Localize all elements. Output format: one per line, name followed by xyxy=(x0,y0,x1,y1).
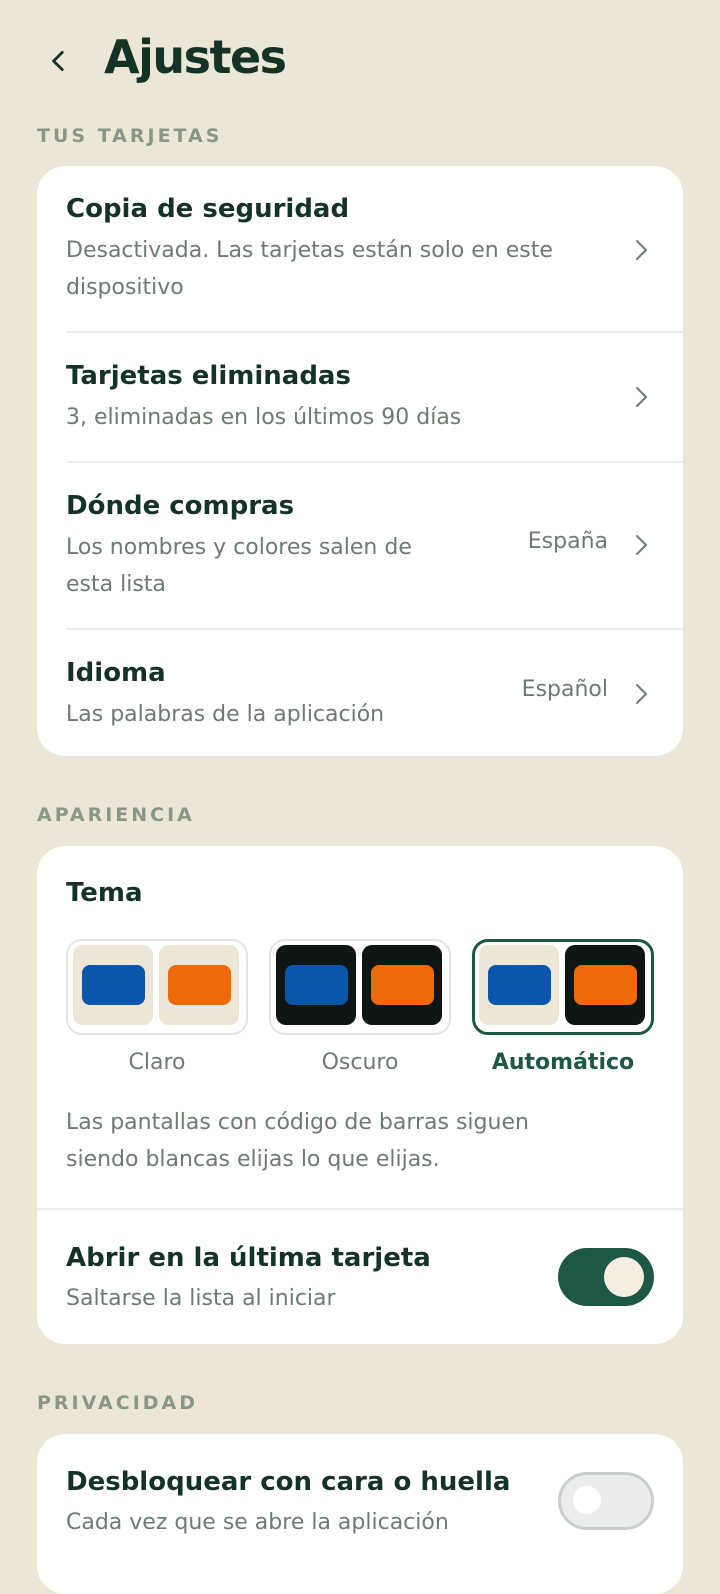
deleted-cards-title: Tarjetas eliminadas xyxy=(66,361,351,391)
theme-preview-half xyxy=(479,945,559,1025)
open-last-card-row: Abrir en la última tarjeta Saltarse la l… xyxy=(37,1210,683,1344)
back-button[interactable] xyxy=(38,40,80,82)
theme-preview-half xyxy=(159,945,239,1025)
biometric-unlock-title: Desbloquear con cara o huella xyxy=(66,1467,511,1497)
biometric-unlock-toggle[interactable] xyxy=(558,1472,654,1530)
theme-option-auto[interactable] xyxy=(472,939,654,1035)
where-you-shop-title: Dónde compras xyxy=(66,491,295,521)
toggle-knob xyxy=(573,1486,601,1514)
backup-subtitle-line2: dispositivo xyxy=(66,275,184,300)
section-label-privacy: PRIVACIDAD xyxy=(37,1392,199,1414)
appearance-card: Tema Claro Oscuro Automático Las pantall… xyxy=(37,846,683,1344)
theme-title: Tema xyxy=(66,878,143,908)
biometric-unlock-row: Desbloquear con cara o huella Cada vez q… xyxy=(37,1434,683,1561)
theme-preview-half xyxy=(362,945,442,1025)
language-value: Español xyxy=(521,677,608,702)
open-last-card-toggle[interactable] xyxy=(558,1248,654,1306)
theme-label-light: Claro xyxy=(128,1050,186,1075)
theme-label-auto: Automático xyxy=(491,1050,635,1075)
deleted-cards-row[interactable]: Tarjetas eliminadas 3, eliminadas en los… xyxy=(37,333,683,461)
theme-preview-half xyxy=(276,945,356,1025)
chevron-right-icon xyxy=(636,684,647,704)
privacy-card: Desbloquear con cara o huella Cada vez q… xyxy=(37,1434,683,1594)
open-last-card-title: Abrir en la última tarjeta xyxy=(66,1243,431,1273)
theme-option-dark[interactable] xyxy=(269,939,451,1035)
language-title: Idioma xyxy=(66,658,166,688)
theme-label-dark: Oscuro xyxy=(321,1050,399,1075)
backup-row[interactable]: Copia de seguridad Desactivada. Las tarj… xyxy=(37,166,683,332)
where-you-shop-subtitle-line1: Los nombres y colores salen de xyxy=(66,535,412,560)
chevron-right-icon xyxy=(636,240,647,260)
theme-preview-half xyxy=(73,945,153,1025)
swatch-blue xyxy=(285,965,348,1005)
where-you-shop-row[interactable]: Dónde compras Los nombres y colores sale… xyxy=(37,463,683,628)
top-bar: Ajustes xyxy=(0,0,720,120)
backup-title: Copia de seguridad xyxy=(66,194,350,224)
swatch-orange xyxy=(574,965,637,1005)
language-row[interactable]: Idioma Las palabras de la aplicación Esp… xyxy=(37,630,683,756)
theme-preview-half xyxy=(565,945,645,1025)
swatch-orange xyxy=(371,965,434,1005)
chevron-left-icon xyxy=(52,50,64,72)
swatch-blue xyxy=(82,965,145,1005)
backup-subtitle-line1: Desactivada. Las tarjetas están solo en … xyxy=(66,238,553,263)
language-subtitle: Las palabras de la aplicación xyxy=(66,702,385,727)
cards-settings-card: Copia de seguridad Desactivada. Las tarj… xyxy=(37,166,683,756)
swatch-orange xyxy=(168,965,231,1005)
where-you-shop-subtitle-line2: esta lista xyxy=(66,572,166,597)
swatch-blue xyxy=(488,965,551,1005)
open-last-card-subtitle: Saltarse la lista al iniciar xyxy=(66,1286,336,1311)
deleted-cards-subtitle: 3, eliminadas en los últimos 90 días xyxy=(66,405,462,430)
chevron-right-icon xyxy=(636,387,647,407)
toggle-knob xyxy=(604,1257,644,1297)
theme-option-light[interactable] xyxy=(66,939,248,1035)
theme-note-line2: siendo blancas elijas lo que elijas. xyxy=(66,1147,440,1172)
section-label-appearance: APARIENCIA xyxy=(37,804,195,826)
section-label-cards: TUS TARJETAS xyxy=(37,125,223,147)
where-you-shop-value: España xyxy=(527,529,608,554)
theme-note-line1: Las pantallas con código de barras sigue… xyxy=(66,1110,529,1135)
biometric-unlock-subtitle: Cada vez que se abre la aplicación xyxy=(66,1510,449,1535)
page-title: Ajustes xyxy=(104,30,287,84)
chevron-right-icon xyxy=(636,535,647,555)
